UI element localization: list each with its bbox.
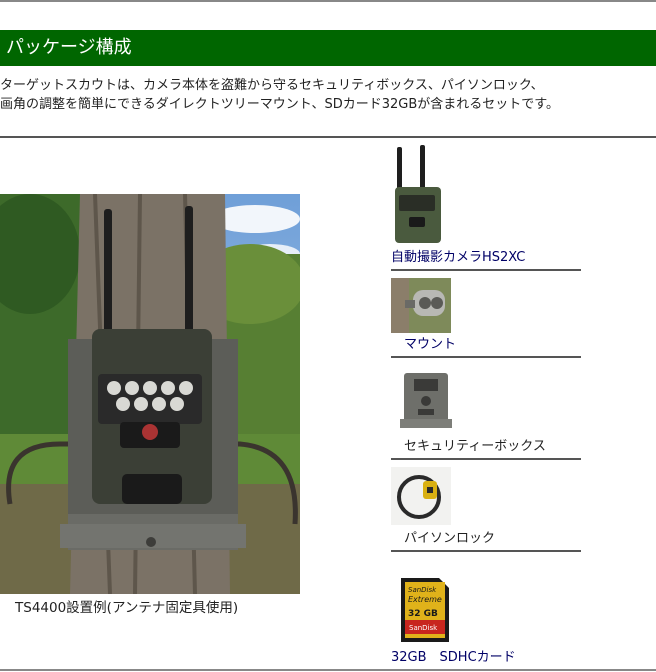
installation-photo-image <box>0 194 300 594</box>
sd-brand-top: SanDisk <box>408 586 437 594</box>
intro-line-1: ターゲットスカウトは、カメラ本体を盗難から守るセキュリティボックス、パイソンロッ… <box>0 78 544 93</box>
item-divider-3 <box>391 458 581 460</box>
intro-line-2: 画角の調整を簡単にできるダイレクトツリーマウント、SDカード32GBが含まれるセ… <box>0 97 559 112</box>
sd-card-icon: SanDisk Extreme 32 GB SanDisk <box>401 578 449 642</box>
sd-capacity: 32 GB <box>408 609 438 619</box>
sd-series: Extreme <box>408 595 442 604</box>
sd-brand-bottom: SanDisk <box>409 624 438 632</box>
item-label-python-lock[interactable]: パイソンロック <box>404 527 495 546</box>
item-label-mount[interactable]: マウント <box>404 333 456 352</box>
item-divider-4 <box>391 550 581 552</box>
camera-product-image[interactable] <box>391 145 451 245</box>
item-divider-2 <box>391 356 581 358</box>
item-label-security-box[interactable]: セキュリティーボックス <box>404 435 546 454</box>
installation-photo <box>0 194 300 594</box>
item-divider-1 <box>391 269 581 271</box>
top-divider <box>0 0 656 2</box>
security-box-icon <box>400 371 452 429</box>
python-lock-product-image[interactable] <box>391 467 451 525</box>
security-box-product-image[interactable] <box>400 371 452 429</box>
item-label-sd-card[interactable]: 32GB SDHCカード <box>391 646 516 665</box>
section-title: パッケージ構成 <box>6 37 132 58</box>
intro-text: ターゲットスカウトは、カメラ本体を盗難から守るセキュリティボックス、パイソンロッ… <box>0 76 650 114</box>
photo-caption: TS4400設置例(アンテナ固定具使用) <box>15 600 239 616</box>
sd-card-product-image[interactable]: SanDisk Extreme 32 GB SanDisk <box>399 576 451 644</box>
mount-product-image[interactable] <box>391 278 451 333</box>
camera-icon <box>391 145 451 245</box>
bottom-divider <box>0 669 656 671</box>
python-lock-icon <box>391 467 451 525</box>
section-header: パッケージ構成 <box>0 30 656 66</box>
item-label-camera[interactable]: 自動撮影カメラHS2XC <box>391 246 525 265</box>
mount-icon <box>391 278 451 333</box>
section-divider <box>0 136 656 138</box>
